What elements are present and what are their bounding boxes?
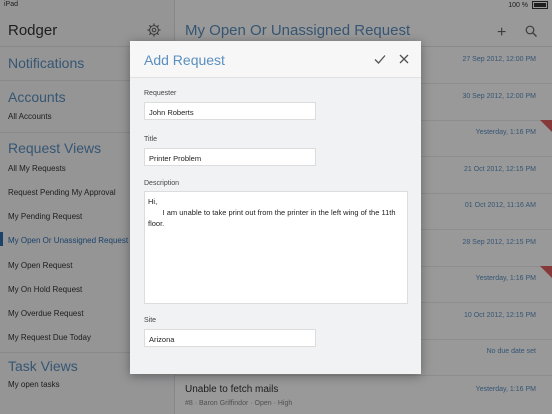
add-request-dialog: Add Request Requester John Roberts Title… xyxy=(130,41,421,374)
site-label: Site xyxy=(144,317,157,324)
requester-label: Requester xyxy=(144,90,177,97)
check-icon[interactable] xyxy=(373,52,387,66)
dialog-body: Requester John Roberts Title Printer Pro… xyxy=(130,78,421,374)
requester-field[interactable]: John Roberts xyxy=(144,102,316,120)
close-icon[interactable] xyxy=(397,52,411,66)
dialog-title: Add Request xyxy=(144,52,225,68)
title-label: Title xyxy=(144,136,157,143)
title-field[interactable]: Printer Problem xyxy=(144,148,316,166)
description-label: Description xyxy=(144,180,180,187)
site-field[interactable]: Arizona xyxy=(144,329,316,347)
dialog-header: Add Request xyxy=(130,41,421,78)
description-field[interactable]: Hi, I am unable to take print out from t… xyxy=(144,191,408,304)
